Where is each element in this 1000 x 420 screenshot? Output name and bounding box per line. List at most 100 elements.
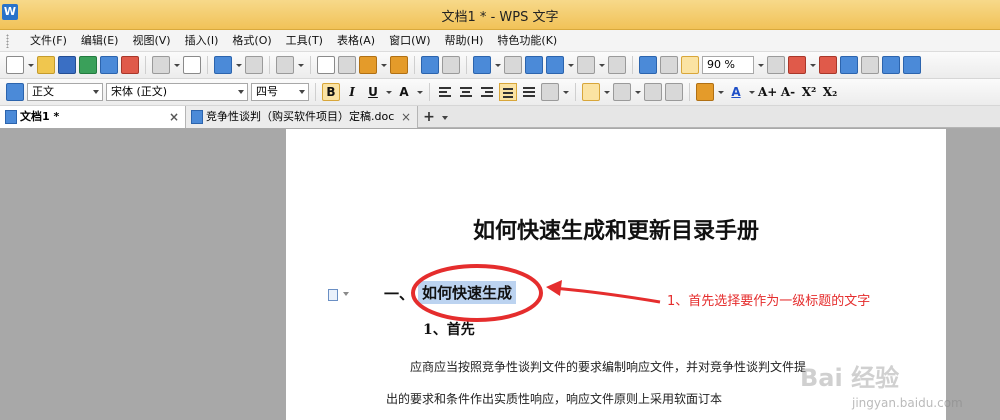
tab-document-2[interactable]: 竞争性谈判（购买软件项目）定稿.doc ×	[186, 106, 418, 128]
numbering-dropdown-icon[interactable]	[603, 83, 610, 101]
style-pane-icon[interactable]	[6, 83, 24, 101]
tab-list-dropdown-icon[interactable]	[440, 108, 450, 126]
menu-format[interactable]: 格式(O)	[226, 33, 279, 49]
full-screen-icon[interactable]	[681, 56, 699, 74]
font-size-combo-arrow-icon[interactable]	[299, 90, 305, 94]
paragraph-layout-dropdown-icon[interactable]	[343, 292, 349, 296]
shrink-font-button[interactable]: A-	[779, 83, 797, 101]
font-color-dropdown-icon[interactable]	[748, 83, 755, 101]
menu-help[interactable]: 帮助(H)	[439, 33, 492, 49]
line-spacing-dropdown-icon[interactable]	[562, 83, 569, 101]
highlight-icon[interactable]	[696, 83, 714, 101]
copy-icon[interactable]	[317, 56, 335, 74]
mail-icon[interactable]	[214, 56, 232, 74]
menu-view[interactable]: 视图(V)	[126, 33, 178, 49]
new-dropdown-icon[interactable]	[27, 56, 34, 74]
bullets-dropdown-icon[interactable]	[634, 83, 641, 101]
standard-toolbar: 90 %	[0, 52, 1000, 79]
close-tab-icon[interactable]: ×	[169, 106, 179, 128]
font-combo[interactable]: 宋体 (正文)	[106, 83, 248, 101]
find-icon[interactable]	[767, 56, 785, 74]
output-icon[interactable]	[100, 56, 118, 74]
convert-dropdown-icon[interactable]	[297, 56, 304, 74]
justify-icon[interactable]	[499, 83, 517, 101]
toolbar-separator	[310, 56, 311, 74]
tab-document-1[interactable]: 文档1 * ×	[0, 106, 186, 128]
print-icon[interactable]	[152, 56, 170, 74]
menu-window[interactable]: 窗口(W)	[383, 33, 438, 49]
spell-dropdown-icon[interactable]	[809, 56, 816, 74]
show-marks-icon[interactable]	[660, 56, 678, 74]
highlight-dropdown-icon[interactable]	[717, 83, 724, 101]
char-border-button[interactable]: A	[395, 83, 413, 101]
columns-dropdown-icon[interactable]	[598, 56, 605, 74]
style-combo[interactable]: 正文	[27, 83, 103, 101]
subscript-button[interactable]: X₂	[821, 83, 839, 101]
table-dropdown-icon[interactable]	[494, 56, 501, 74]
table-grid-icon[interactable]	[546, 56, 564, 74]
doc-tools-icon[interactable]	[840, 56, 858, 74]
paste-dropdown-icon[interactable]	[380, 56, 387, 74]
align-left-icon[interactable]	[436, 83, 454, 101]
italic-button[interactable]: I	[343, 83, 361, 101]
selected-heading-text[interactable]: 如何快速生成	[418, 281, 517, 304]
menu-tools[interactable]: 工具(T)	[280, 33, 331, 49]
font-color-button[interactable]: A	[727, 83, 745, 101]
paste-icon[interactable]	[359, 56, 377, 74]
new-tab-button[interactable]: +	[421, 108, 437, 126]
superscript-button[interactable]: X²	[800, 83, 818, 101]
save-as-icon[interactable]	[79, 56, 97, 74]
underline-dropdown-icon[interactable]	[385, 83, 392, 101]
zoom-dropdown-icon[interactable]	[757, 56, 764, 74]
columns-icon[interactable]	[577, 56, 595, 74]
translate-icon[interactable]	[819, 56, 837, 74]
distribute-icon[interactable]	[520, 83, 538, 101]
menu-edit[interactable]: 编辑(E)	[75, 33, 127, 49]
text-direction-icon[interactable]	[608, 56, 626, 74]
cut-icon[interactable]	[338, 56, 356, 74]
hyperlink-icon[interactable]	[525, 56, 543, 74]
menu-insert[interactable]: 插入(I)	[179, 33, 227, 49]
menu-grip-icon[interactable]	[6, 34, 9, 48]
grid-dropdown-icon[interactable]	[567, 56, 574, 74]
paragraph-layout-icon[interactable]	[328, 289, 338, 301]
redo-icon[interactable]	[442, 56, 460, 74]
page-break-icon[interactable]	[245, 56, 263, 74]
spell-check-icon[interactable]	[788, 56, 806, 74]
bullets-icon[interactable]	[613, 83, 631, 101]
font-combo-arrow-icon[interactable]	[238, 90, 244, 94]
line-spacing-icon[interactable]	[541, 83, 559, 101]
export-pdf-icon[interactable]	[121, 56, 139, 74]
insert-table-icon[interactable]	[473, 56, 491, 74]
save-icon[interactable]	[58, 56, 76, 74]
bold-button[interactable]: B	[322, 83, 340, 101]
undo-icon[interactable]	[421, 56, 439, 74]
char-border-dropdown-icon[interactable]	[416, 83, 423, 101]
menu-special-features[interactable]: 特色功能(K)	[491, 33, 565, 49]
style-combo-arrow-icon[interactable]	[93, 90, 99, 94]
help-icon[interactable]	[903, 56, 921, 74]
print-dropdown-icon[interactable]	[173, 56, 180, 74]
close-tab-icon[interactable]: ×	[401, 106, 411, 128]
zoom-combo[interactable]: 90 %	[702, 56, 754, 74]
skin-icon[interactable]	[861, 56, 879, 74]
font-size-combo[interactable]: 四号	[251, 83, 309, 101]
numbering-icon[interactable]	[582, 83, 600, 101]
align-center-icon[interactable]	[457, 83, 475, 101]
format-painter-icon[interactable]	[390, 56, 408, 74]
open-folder-icon[interactable]	[37, 56, 55, 74]
increase-indent-icon[interactable]	[665, 83, 683, 101]
formula-icon[interactable]	[504, 56, 522, 74]
decrease-indent-icon[interactable]	[644, 83, 662, 101]
menu-table[interactable]: 表格(A)	[331, 33, 383, 49]
mail-dropdown-icon[interactable]	[235, 56, 242, 74]
underline-button[interactable]: U	[364, 83, 382, 101]
share-icon[interactable]	[882, 56, 900, 74]
grow-font-button[interactable]: A+	[758, 83, 777, 101]
align-right-icon[interactable]	[478, 83, 496, 101]
menu-file[interactable]: 文件(F)	[24, 33, 75, 49]
new-document-icon[interactable]	[6, 56, 24, 74]
print-preview-icon[interactable]	[183, 56, 201, 74]
navigation-pane-icon[interactable]	[639, 56, 657, 74]
simplified-traditional-icon[interactable]	[276, 56, 294, 74]
